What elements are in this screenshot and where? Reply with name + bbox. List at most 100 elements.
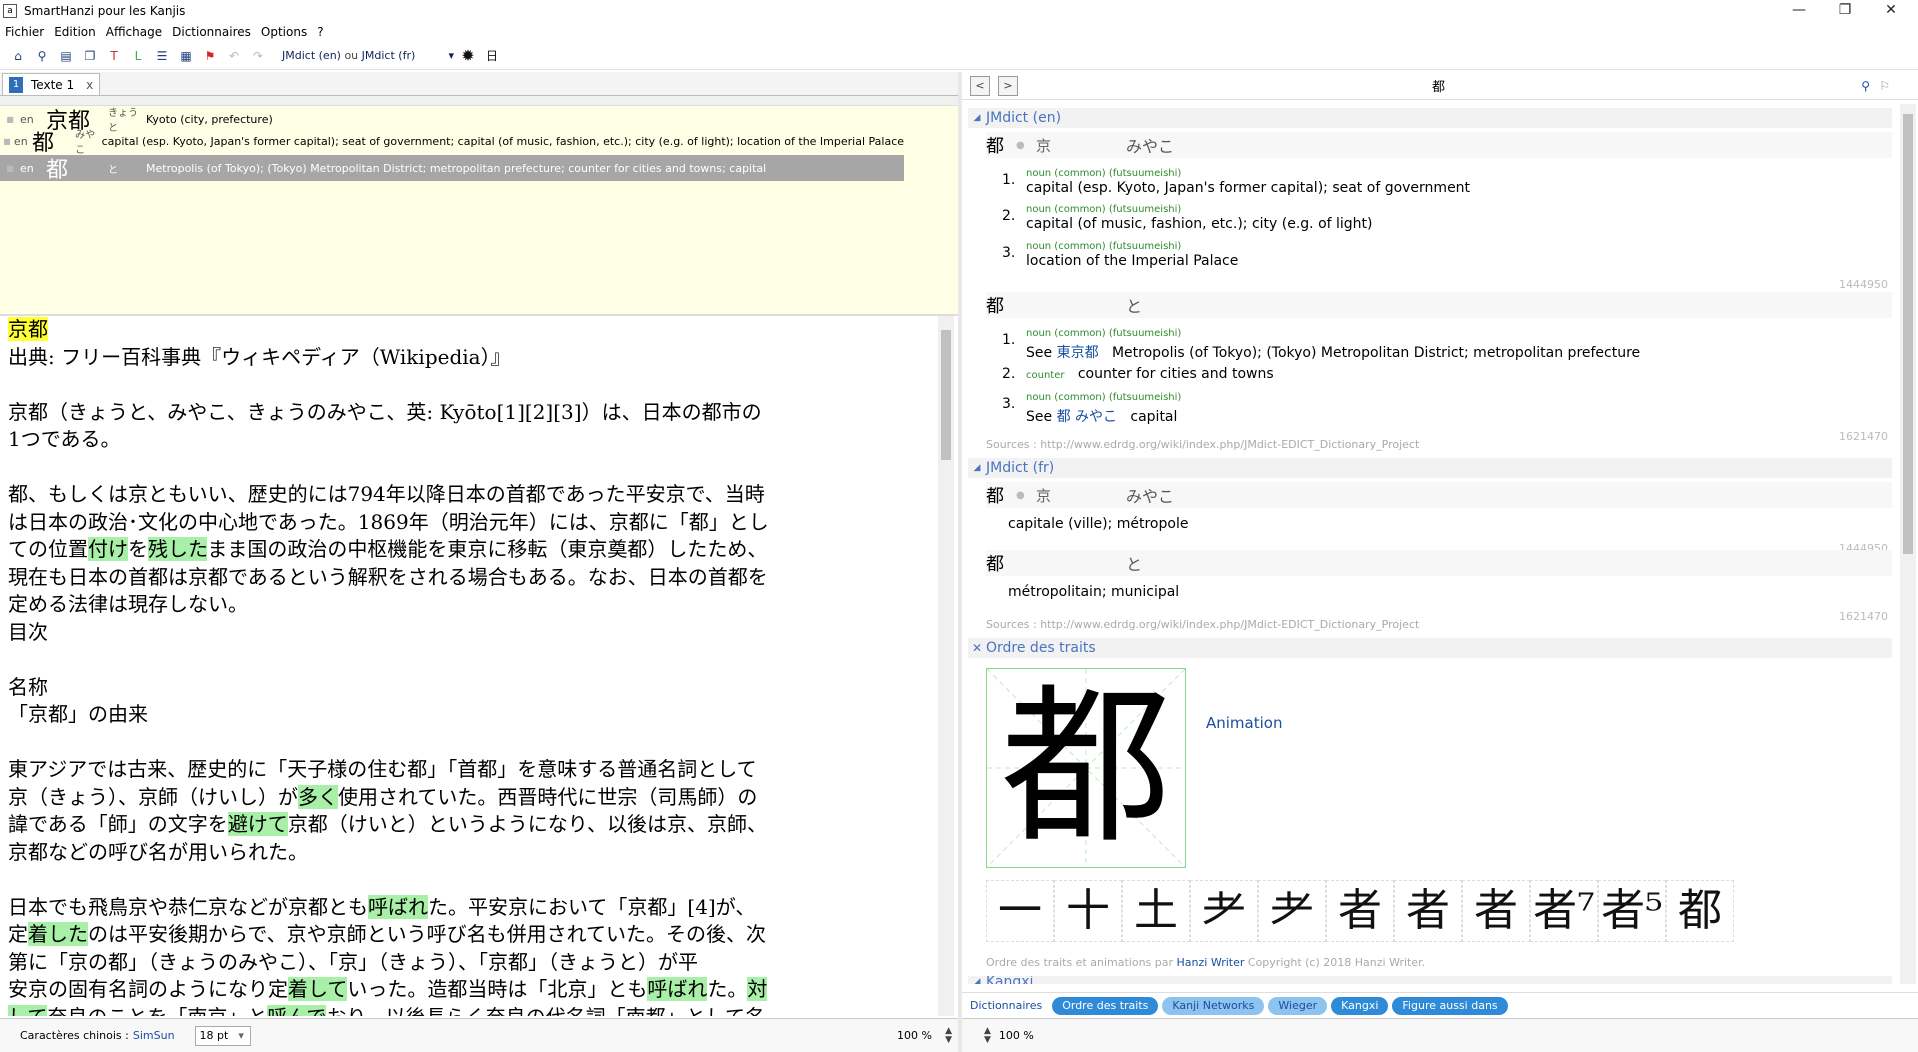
collapse-icon[interactable]: ◢ <box>968 463 986 473</box>
menu-fichier[interactable]: Fichier <box>0 25 49 39</box>
menu-dictionnaires[interactable]: Dictionnaires <box>167 25 256 39</box>
day-char-button[interactable]: 日 <box>482 46 502 66</box>
scrollbar-thumb[interactable] <box>941 330 951 460</box>
menu-affichage[interactable]: Affichage <box>101 25 167 39</box>
undo-icon[interactable]: ↶ <box>224 46 244 66</box>
text-span: た。 <box>707 977 748 1001</box>
highlight-word: 呼ばれ <box>647 977 708 1001</box>
document-tabs: 1 Texte 1 x <box>0 72 958 96</box>
tab-label: Texte 1 <box>31 77 75 92</box>
result-row-selected[interactable]: ■ en 都 と Metropolis (of Tokyo); (Tokyo) … <box>0 155 904 183</box>
cross-ref-link[interactable]: 東京都 <box>1057 345 1099 361</box>
entry-kanji: 都 <box>986 136 1004 157</box>
copy-icon[interactable]: ❐ <box>80 46 100 66</box>
close-tab-icon[interactable]: x <box>86 78 93 92</box>
dictionary-select[interactable]: JMdict (en) ou JMdict (fr) ▾ <box>278 46 458 66</box>
stroke-order-char: 都 <box>1000 669 1171 867</box>
section-jmdict-en[interactable]: ◢ JMdict (en) <box>968 108 1892 128</box>
sense-pos: noun (common) (futsuumeishi) <box>1026 328 1182 339</box>
minimize-button[interactable]: — <box>1776 0 1822 22</box>
home-icon[interactable]: ⌂ <box>8 46 28 66</box>
sense-gloss: capital (of music, fashion, etc.); city … <box>1026 216 1373 232</box>
highlight-word: 付け <box>88 537 128 561</box>
list-icon[interactable]: ☰ <box>152 46 172 66</box>
text-span: た。平安京において「京都」[4]が、 <box>428 894 756 919</box>
scrollbar-thumb[interactable] <box>1903 114 1913 554</box>
result-def: capital (esp. Kyoto, Japan's former capi… <box>101 134 905 148</box>
filter-icon[interactable]: ⚑ <box>200 46 220 66</box>
bullet-icon: ■ <box>3 136 11 146</box>
result-word: 都 <box>46 158 69 183</box>
print-icon[interactable]: ▦ <box>176 46 196 66</box>
result-row[interactable]: ■ en 都 みやこ capital (esp. Kyoto, Japan's … <box>0 128 905 156</box>
search-icon[interactable]: ⚲ <box>1861 79 1870 93</box>
right-status-bar: ▲ ▼ 100 % <box>962 1018 1918 1052</box>
pill-figure-aussi-dans[interactable]: Figure aussi dans <box>1392 996 1508 1015</box>
sense-number: 3. <box>1002 396 1016 412</box>
hanzi-writer-link[interactable]: Hanzi Writer <box>1177 956 1245 969</box>
animation-link[interactable]: Animation <box>1206 714 1282 732</box>
entry-head: 都 と <box>986 292 1892 318</box>
text-line: 京都などの呼び名が用いられた。 <box>8 839 308 864</box>
app-icon: a <box>3 4 17 18</box>
stroke-step: 者⁵ <box>1598 880 1666 942</box>
text-l-icon[interactable]: L <box>128 46 148 66</box>
font-size-select[interactable]: 18 pt ▾ <box>194 1025 251 1046</box>
zoom-stepper-icon[interactable]: ▲ ▼ <box>945 1026 952 1045</box>
entry-alt: 京 <box>1036 136 1052 155</box>
maximize-button[interactable]: ❐ <box>1822 0 1868 22</box>
text-editor[interactable]: 京都 出典: フリー百科事典『ウィキペディア（Wikipedia）』 京都（きょ… <box>0 316 938 1016</box>
highlight-word: 避けて <box>227 812 288 836</box>
menu-options[interactable]: Options <box>256 25 312 39</box>
text-line <box>8 454 938 482</box>
search-icon[interactable]: ⚲ <box>32 46 52 66</box>
stroke-order-box[interactable]: 都 <box>986 668 1186 868</box>
close-icon[interactable]: ✕ <box>968 641 986 655</box>
redo-icon[interactable]: ↷ <box>248 46 268 66</box>
dictionary-scrollbar[interactable] <box>1900 104 1916 984</box>
tab-number: 1 <box>9 76 23 93</box>
text-span: おり、以後長らく奈良の代名詞「南都」として名 <box>326 1005 765 1017</box>
bullet-icon: ■ <box>6 163 14 173</box>
text-t-icon[interactable]: T <box>104 46 124 66</box>
forward-button[interactable]: > <box>998 75 1018 96</box>
dictionary-nav: < > 都 ⚲ ⚐ <box>962 72 1918 100</box>
back-button[interactable]: < <box>970 75 990 96</box>
pill-ordre-des-traits[interactable]: Ordre des traits <box>1052 996 1159 1015</box>
section-jmdict-fr[interactable]: ◢ JMdict (fr) <box>968 458 1892 478</box>
cross-ref-link[interactable]: 都 みやこ <box>1057 409 1117 425</box>
text-line: ての位置付けを残したまま国の政治の中枢機能を東京に移転（東京奠都）したため、 <box>8 536 938 564</box>
title-bar: a SmartHanzi pour les Kanjis — ❐ ✕ <box>0 0 1918 22</box>
collapse-icon[interactable]: ◢ <box>968 113 986 123</box>
highlight-word: 着して <box>288 977 348 1001</box>
collapse-icon[interactable]: ◢ <box>968 977 986 984</box>
text-span: 京（きょう）、京師（けいし）が <box>8 784 298 809</box>
highlight-word: 多く <box>298 784 338 809</box>
sources-text: Sources : http://www.edrdg.org/wiki/inde… <box>986 618 1420 631</box>
menu-help[interactable]: ? <box>312 25 328 39</box>
stroke-step: 耂 <box>1190 880 1258 942</box>
gear-icon[interactable]: ✹ <box>458 46 478 66</box>
filter-icon[interactable]: ⚐ <box>1879 79 1890 93</box>
menu-edition[interactable]: Edition <box>49 25 101 39</box>
zoom-stepper-icon[interactable]: ▲ ▼ <box>984 1026 991 1045</box>
section-stroke-order[interactable]: ✕ Ordre des traits <box>968 638 1892 658</box>
tab-texte-1[interactable]: 1 Texte 1 x <box>2 73 101 95</box>
dictionaries-label[interactable]: Dictionnaires <box>970 999 1042 1012</box>
menu-bar: Fichier Edition Affichage Dictionnaires … <box>0 22 1918 42</box>
credit-text: Ordre des traits et animations par <box>986 956 1174 969</box>
pill-kangxi[interactable]: Kangxi <box>1331 996 1389 1015</box>
pill-kanji-networks[interactable]: Kanji Networks <box>1162 996 1265 1015</box>
pill-wieger[interactable]: Wieger <box>1268 996 1328 1015</box>
stroke-step: 都 <box>1666 880 1734 942</box>
section-kangxi[interactable]: ◢ Kangxi <box>968 976 1892 984</box>
chevron-down-icon: ▾ <box>448 49 454 62</box>
stroke-step: 者 <box>1326 880 1394 942</box>
close-button[interactable]: ✕ <box>1868 0 1914 22</box>
open-icon[interactable]: ▤ <box>56 46 76 66</box>
text-scrollbar[interactable] <box>938 316 954 1016</box>
font-link[interactable]: SimSun <box>133 1029 175 1042</box>
section-title: JMdict (fr) <box>986 460 1055 476</box>
entry-id: 1444950 <box>1839 278 1888 291</box>
sense-pos: noun (common) (futsuumeishi) <box>1026 168 1182 179</box>
